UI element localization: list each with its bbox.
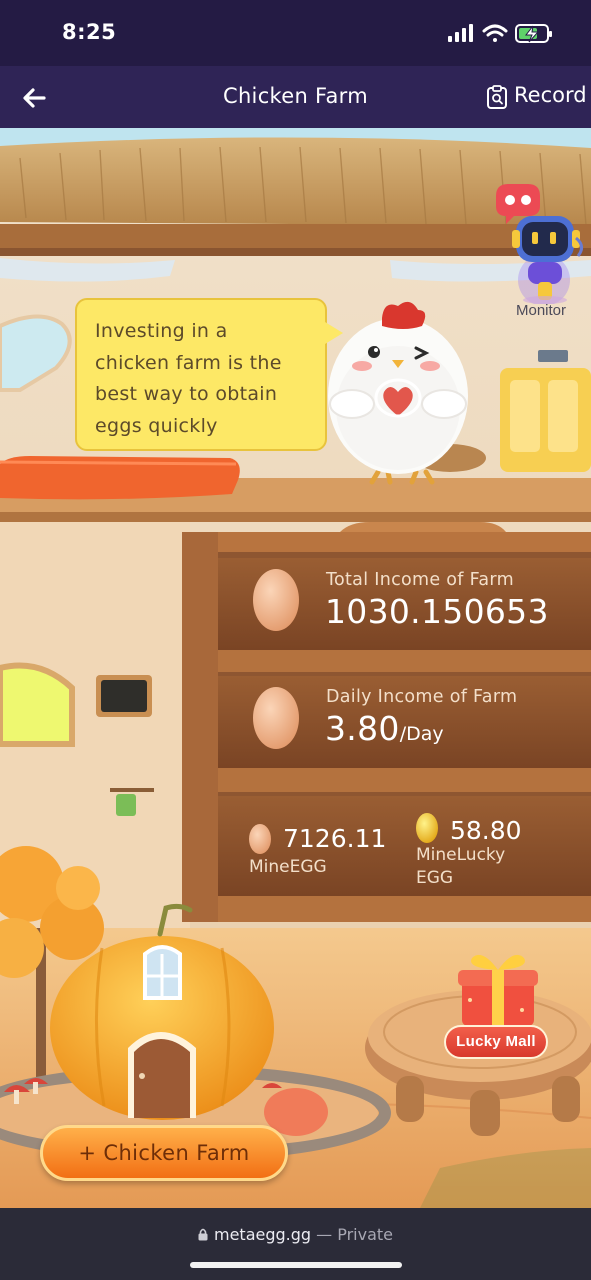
home-indicator[interactable] — [190, 1262, 402, 1268]
browser-bar: metaegg.gg — Private — [0, 1208, 591, 1280]
mine-egg-label: MineEGG — [249, 857, 327, 877]
address-bar[interactable]: metaegg.gg — Private — [0, 1225, 591, 1244]
robot-monitor-icon — [496, 184, 583, 306]
mine-lucky-egg-label: MineLucky EGG — [416, 844, 505, 890]
gift-box-icon[interactable] — [452, 948, 544, 1030]
egg-icon — [253, 569, 299, 631]
daily-income-label: Daily Income of Farm — [326, 687, 518, 707]
cellular-signal-icon — [448, 24, 473, 42]
status-icons — [448, 24, 552, 43]
speech-bubble: Investing in a chicken farm is the best … — [75, 298, 343, 451]
lock-icon — [198, 1228, 208, 1241]
total-income-value: 1030.150653 — [325, 592, 549, 631]
record-label: Record — [514, 83, 587, 107]
gold-egg-icon — [416, 813, 438, 843]
speech-line-3: best way to obtain — [95, 383, 278, 405]
monitor-label: Monitor — [516, 302, 567, 319]
chicken-mascot — [328, 301, 468, 485]
daily-income-unit: /Day — [399, 723, 444, 745]
lucky-mall-button[interactable]: Lucky Mall — [444, 1025, 548, 1059]
speech-line-4: eggs quickly — [95, 414, 218, 437]
total-income-label: Total Income of Farm — [326, 570, 514, 590]
egg-icon — [249, 824, 271, 854]
browsing-mode: Private — [337, 1225, 394, 1244]
mine-egg-value: 7126.11 — [283, 824, 387, 853]
farm-scene: Investing in a chicken farm is the best … — [0, 128, 591, 1208]
nav-bar: Chicken Farm Record — [0, 66, 591, 128]
status-bar: 8:25 — [0, 0, 591, 66]
egg-icon — [253, 687, 299, 749]
status-time: 8:25 — [62, 20, 117, 44]
speech-line-1: Investing in a — [95, 320, 228, 342]
url-separator: — — [316, 1225, 333, 1244]
url-domain: metaegg.gg — [213, 1225, 312, 1244]
monitor-button[interactable]: Monitor — [494, 180, 590, 320]
add-chicken-farm-button[interactable]: + Chicken Farm — [40, 1125, 288, 1181]
mine-lucky-egg-label-line1: MineLucky — [416, 845, 506, 865]
speech-line-2: chicken farm is the — [95, 351, 282, 374]
mine-lucky-egg-label-line2: EGG — [416, 868, 454, 888]
daily-income-value: 3.80 — [325, 709, 400, 748]
mine-lucky-egg-value: 58.80 — [450, 816, 522, 845]
daily-income: 3.80/Day — [325, 709, 444, 748]
battery-charging-icon — [515, 24, 552, 43]
wifi-icon — [482, 24, 508, 42]
clipboard-icon — [487, 85, 507, 109]
